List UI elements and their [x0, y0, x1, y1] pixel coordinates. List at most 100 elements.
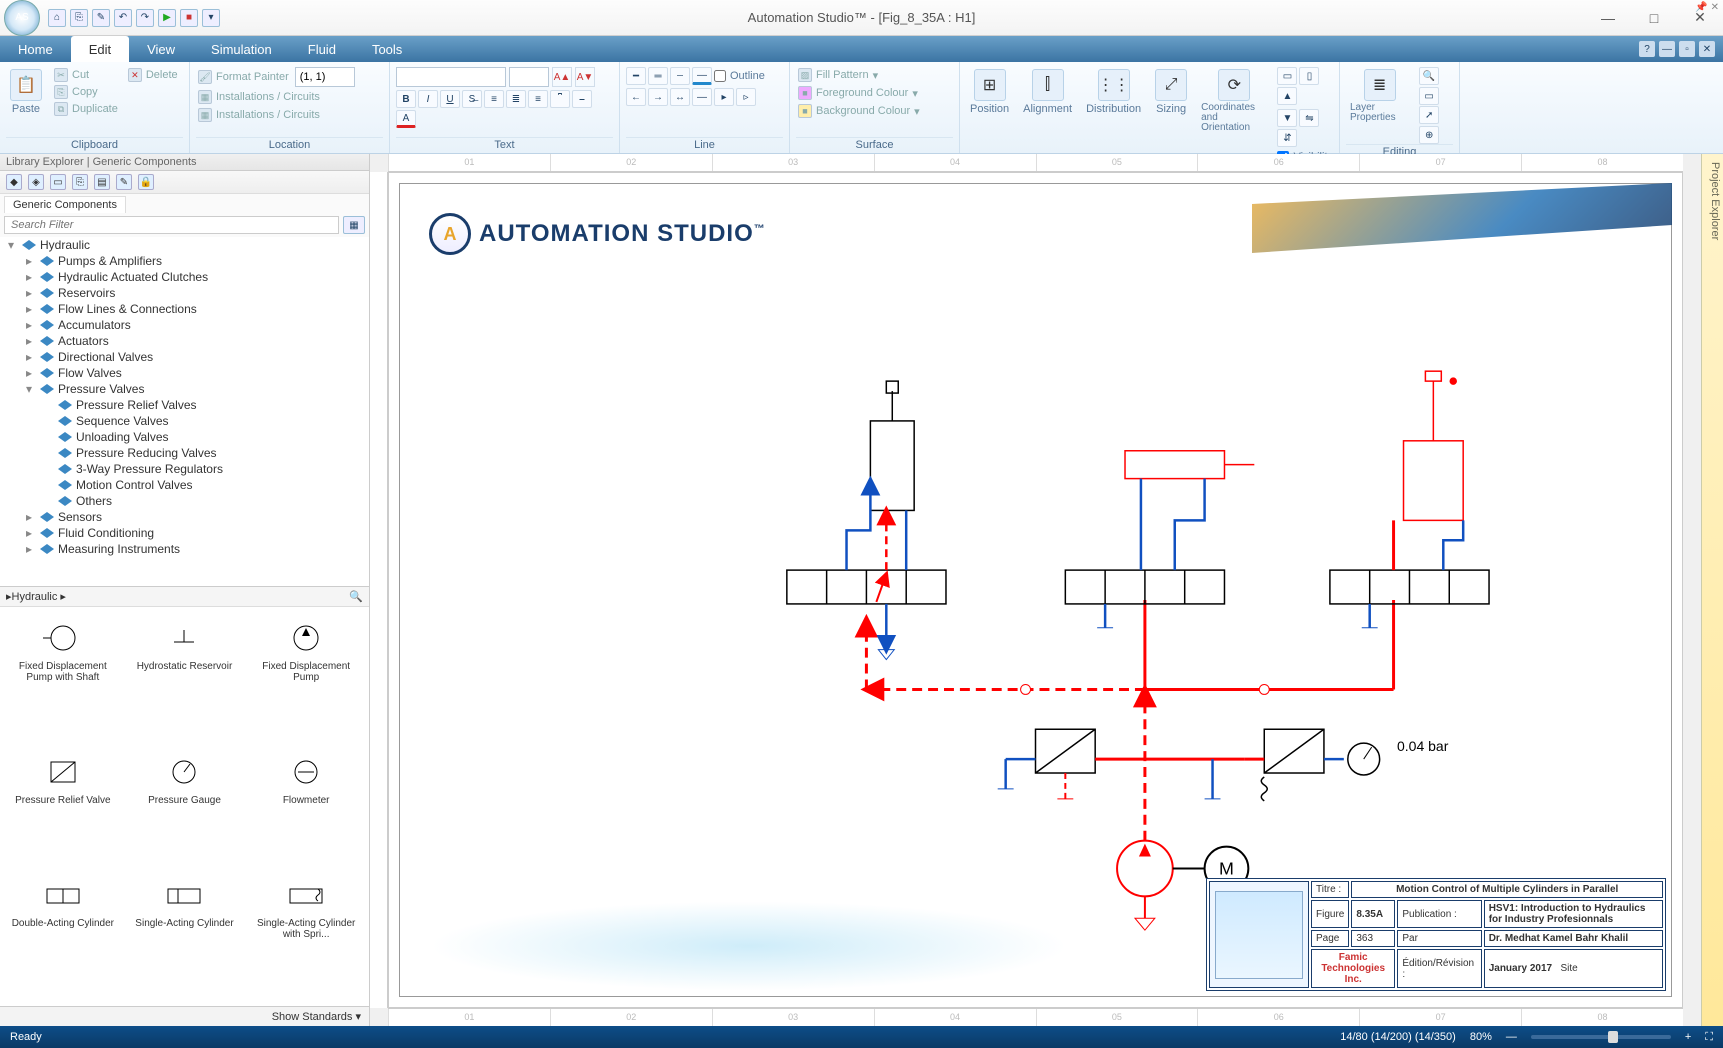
app-orb-icon[interactable]: AS — [4, 0, 40, 36]
position-button[interactable]: ⊞Position — [966, 67, 1013, 117]
tree-item[interactable]: Pressure Relief Valves — [0, 397, 369, 413]
tree-item[interactable]: ▸Flow Lines & Connections — [0, 301, 369, 317]
line-weight-icon[interactable]: ═ — [648, 67, 668, 85]
tree-item[interactable]: ▸Flow Valves — [0, 365, 369, 381]
qat-btn[interactable]: ⎘ — [70, 9, 88, 27]
thumbs-breadcrumb[interactable]: ▸ Hydraulic ▸🔍 — [0, 587, 369, 607]
tree-item[interactable]: Sequence Valves — [0, 413, 369, 429]
lib-tool-icon[interactable]: ◈ — [28, 174, 44, 190]
lib-tool-icon[interactable]: ⎘ — [72, 174, 88, 190]
lib-tool-icon[interactable]: ◆ — [6, 174, 22, 190]
help-icon[interactable]: ? — [1639, 41, 1655, 57]
bg-color-button[interactable]: ■Background Colour ▾ — [796, 103, 922, 119]
align-top-icon[interactable]: ⎴ — [550, 90, 570, 108]
maximize-button[interactable]: □ — [1631, 3, 1677, 33]
qat-dropdown-icon[interactable]: ▾ — [202, 9, 220, 27]
font-size-combo[interactable] — [509, 67, 549, 87]
underline-icon[interactable]: U — [440, 90, 460, 108]
zoom-icon[interactable]: ⊕ — [1419, 126, 1439, 144]
tree-item[interactable]: Others — [0, 493, 369, 509]
search-icon[interactable]: 🔍 — [349, 590, 363, 603]
flip-h-icon[interactable]: ⇋ — [1299, 109, 1319, 127]
tree-item[interactable]: ▸Measuring Instruments — [0, 541, 369, 557]
tree-item[interactable]: ▸Reservoirs — [0, 285, 369, 301]
minimize-button[interactable]: — — [1585, 3, 1631, 33]
lib-tool-icon[interactable]: ▤ — [94, 174, 110, 190]
tab-simulation[interactable]: Simulation — [193, 36, 290, 62]
line-style-icon[interactable]: ━ — [626, 67, 646, 85]
pointer-icon[interactable]: ➚ — [1419, 106, 1439, 124]
tree-item[interactable]: ▸Directional Valves — [0, 349, 369, 365]
grow-font-icon[interactable]: A▲ — [552, 67, 572, 87]
component-thumb[interactable]: Single-Acting Cylinder — [126, 870, 244, 1000]
arrow-style2-icon[interactable]: ▹ — [736, 88, 756, 106]
font-combo[interactable] — [396, 67, 506, 87]
qat-run-icon[interactable]: ▶ — [158, 9, 176, 27]
tree-item[interactable]: ▾Pressure Valves — [0, 381, 369, 397]
arrow-none-icon[interactable]: — — [692, 88, 712, 106]
shrink-font-icon[interactable]: A▼ — [575, 67, 595, 87]
installations-button-2[interactable]: ▦Installations / Circuits — [196, 107, 383, 123]
tree-item[interactable]: Unloading Valves — [0, 429, 369, 445]
distribution-button[interactable]: ⋮⋮Distribution — [1082, 67, 1145, 117]
tab-view[interactable]: View — [129, 36, 193, 62]
flip-v-icon[interactable]: ⇵ — [1277, 129, 1297, 147]
find-icon[interactable]: 🔍 — [1419, 67, 1439, 85]
tree-item[interactable]: Motion Control Valves — [0, 477, 369, 493]
component-tree[interactable]: ▾Hydraulic▸Pumps & Amplifiers▸Hydraulic … — [0, 237, 369, 587]
qat-stop-icon[interactable]: ■ — [180, 9, 198, 27]
arrow-both-icon[interactable]: ↔ — [670, 88, 690, 106]
lib-tool-icon[interactable]: ▭ — [50, 174, 66, 190]
tree-item[interactable]: ▾Hydraulic — [0, 237, 369, 253]
component-thumb[interactable]: Hydrostatic Reservoir — [126, 613, 244, 743]
canvas[interactable]: A AUTOMATION STUDIO™ M — [388, 172, 1683, 1008]
duplicate-button[interactable]: ⧉Duplicate — [52, 101, 120, 117]
close-child-icon[interactable]: ✕ — [1699, 41, 1715, 57]
component-thumb[interactable]: Single-Acting Cylinder with Spri... — [247, 870, 365, 1000]
tree-item[interactable]: ▸Hydraulic Actuated Clutches — [0, 269, 369, 285]
sizing-button[interactable]: ⤢Sizing — [1151, 67, 1191, 117]
alignment-button[interactable]: ⫿Alignment — [1019, 67, 1076, 117]
tree-item[interactable]: ▸Fluid Conditioning — [0, 525, 369, 541]
minimize-ribbon-icon[interactable]: — — [1659, 41, 1675, 57]
align-left-icon[interactable]: ≡ — [484, 90, 504, 108]
fg-color-button[interactable]: ■Foreground Colour ▾ — [796, 85, 920, 101]
component-thumb[interactable]: Fixed Displacement Pump with Shaft — [4, 613, 122, 743]
project-explorer-tab[interactable]: Project Explorer — [1701, 154, 1723, 1026]
search-input[interactable] — [4, 216, 339, 234]
tree-item[interactable]: 3-Way Pressure Regulators — [0, 461, 369, 477]
coord-input[interactable] — [295, 67, 355, 87]
line-dash-icon[interactable]: ┄ — [670, 67, 690, 85]
show-standards-button[interactable]: Show Standards ▾ — [0, 1006, 369, 1026]
arrow-style-icon[interactable]: ▸ — [714, 88, 734, 106]
coord-orient-button[interactable]: ⟳Coordinates and Orientation — [1197, 67, 1271, 135]
component-thumb[interactable]: Pressure Gauge — [126, 747, 244, 866]
cut-button[interactable]: ✂Cut — [52, 67, 120, 83]
group-icon[interactable]: ▭ — [1277, 67, 1297, 85]
format-painter-button[interactable]: 🖌Format Painter — [196, 67, 291, 87]
component-thumb[interactable]: Fixed Displacement Pump — [247, 613, 365, 743]
tab-fluid[interactable]: Fluid — [290, 36, 354, 62]
library-tab[interactable]: Generic Components — [4, 196, 126, 213]
tree-item[interactable]: ▸Sensors — [0, 509, 369, 525]
qat-btn[interactable]: ✎ — [92, 9, 110, 27]
search-options-icon[interactable]: ▦ — [343, 216, 365, 234]
qat-btn[interactable]: ⌂ — [48, 9, 66, 27]
outline-checkbox[interactable] — [714, 70, 726, 82]
copy-button[interactable]: ⎘Copy — [52, 84, 120, 100]
tab-edit[interactable]: Edit — [71, 36, 129, 62]
arrow-right-icon[interactable]: → — [648, 88, 668, 106]
lib-tool-icon[interactable]: ✎ — [116, 174, 132, 190]
tree-item[interactable]: ▸Pumps & Amplifiers — [0, 253, 369, 269]
pin-icon[interactable]: 📌 ✕ — [1695, 2, 1719, 13]
component-thumb[interactable]: Flowmeter — [247, 747, 365, 866]
installations-button[interactable]: ▦Installations / Circuits — [196, 89, 383, 105]
component-thumb[interactable]: Double-Acting Cylinder — [4, 870, 122, 1000]
align-center-icon[interactable]: ≣ — [506, 90, 526, 108]
qat-undo-icon[interactable]: ↶ — [114, 9, 132, 27]
front-icon[interactable]: ▲ — [1277, 87, 1297, 105]
italic-icon[interactable]: I — [418, 90, 438, 108]
zoom-fit-icon[interactable]: ⛶ — [1705, 1031, 1713, 1044]
restore-child-icon[interactable]: ▫ — [1679, 41, 1695, 57]
align-right-icon[interactable]: ≡ — [528, 90, 548, 108]
